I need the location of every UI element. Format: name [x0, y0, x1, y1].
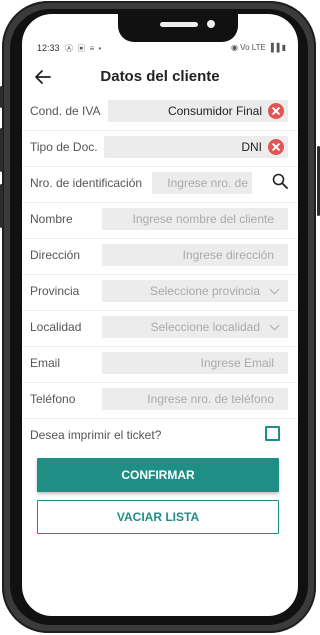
clear-list-button[interactable]: VACIAR LISTA	[37, 500, 279, 534]
row-nombre: Nombre Ingrese nombre del cliente	[22, 202, 298, 239]
direccion-input[interactable]: Ingrese dirección	[102, 244, 288, 266]
row-localidad: Localidad Seleccione localidad	[22, 310, 298, 347]
row-direccion: Dirección Ingrese dirección	[22, 238, 298, 275]
email-placeholder: Ingrese Email	[200, 356, 274, 370]
signal-battery-icons: ◉ Vo LTE ▐▐ ▮	[230, 43, 286, 52]
row-provincia: Provincia Seleccione provincia	[22, 274, 298, 311]
clear-icon[interactable]	[268, 139, 284, 155]
nro-id-placeholder: Ingrese nro. de	[167, 176, 248, 190]
email-input[interactable]: Ingrese Email	[102, 352, 288, 374]
search-icon[interactable]	[272, 173, 288, 189]
nombre-placeholder: Ingrese nombre del cliente	[132, 212, 274, 226]
cond-iva-select[interactable]: Consumidor Final	[108, 100, 288, 122]
front-camera	[207, 20, 215, 28]
provincia-select[interactable]: Seleccione provincia	[102, 280, 288, 302]
volume-button	[0, 128, 3, 172]
row-telefono: Teléfono Ingrese nro. de teléfono	[22, 382, 298, 419]
speaker	[160, 22, 198, 27]
volume-button	[0, 86, 3, 108]
email-label: Email	[30, 356, 61, 370]
page-title: Datos del cliente	[100, 68, 220, 85]
cond-iva-label: Cond. de IVA	[30, 104, 101, 118]
tipo-doc-value: DNI	[241, 140, 262, 154]
row-tipo-doc: Tipo de Doc. DNI	[22, 130, 298, 167]
chevron-down-icon	[269, 284, 280, 295]
telefono-label: Teléfono	[30, 392, 76, 406]
direccion-placeholder: Ingrese dirección	[182, 248, 274, 262]
telefono-input[interactable]: Ingrese nro. de teléfono	[102, 388, 288, 410]
tipo-doc-label: Tipo de Doc.	[30, 140, 98, 154]
status-bar: 12:33 Ⓐ ▣ ≡ • ◉ Vo LTE ▐▐ ▮	[22, 42, 298, 56]
app-screen: 12:33 Ⓐ ▣ ≡ • ◉ Vo LTE ▐▐ ▮ Datos del cl…	[22, 14, 298, 616]
print-ticket-checkbox[interactable]	[265, 426, 280, 441]
localidad-placeholder: Seleccione localidad	[150, 320, 260, 334]
volume-button	[0, 184, 3, 228]
localidad-label: Localidad	[30, 320, 82, 334]
app-header: Datos del cliente	[22, 64, 298, 94]
row-email: Email Ingrese Email	[22, 346, 298, 383]
nombre-label: Nombre	[30, 212, 73, 226]
telefono-placeholder: Ingrese nro. de teléfono	[147, 392, 274, 406]
row-cond-iva: Cond. de IVA Consumidor Final	[22, 94, 298, 131]
row-print-ticket: Desea imprimir el ticket?	[22, 418, 298, 454]
direccion-label: Dirección	[30, 248, 81, 262]
chevron-down-icon	[269, 320, 280, 331]
notch	[118, 14, 238, 42]
row-nro-id: Nro. de identificación Ingrese nro. de	[22, 166, 298, 203]
nombre-input[interactable]: Ingrese nombre del cliente	[102, 208, 288, 230]
status-time: 12:33	[37, 43, 60, 53]
nro-id-input[interactable]: Ingrese nro. de	[152, 172, 252, 194]
clear-icon[interactable]	[268, 103, 284, 119]
nro-id-label: Nro. de identificación	[30, 176, 143, 190]
cond-iva-value: Consumidor Final	[167, 104, 262, 118]
confirm-button[interactable]: CONFIRMAR	[37, 458, 279, 492]
notification-icons: Ⓐ ▣ ≡ •	[65, 44, 103, 53]
provincia-placeholder: Seleccione provincia	[149, 284, 260, 298]
provincia-label: Provincia	[30, 284, 80, 298]
tipo-doc-select[interactable]: DNI	[104, 136, 288, 158]
print-ticket-label: Desea imprimir el ticket?	[30, 428, 162, 442]
localidad-select[interactable]: Seleccione localidad	[102, 316, 288, 338]
